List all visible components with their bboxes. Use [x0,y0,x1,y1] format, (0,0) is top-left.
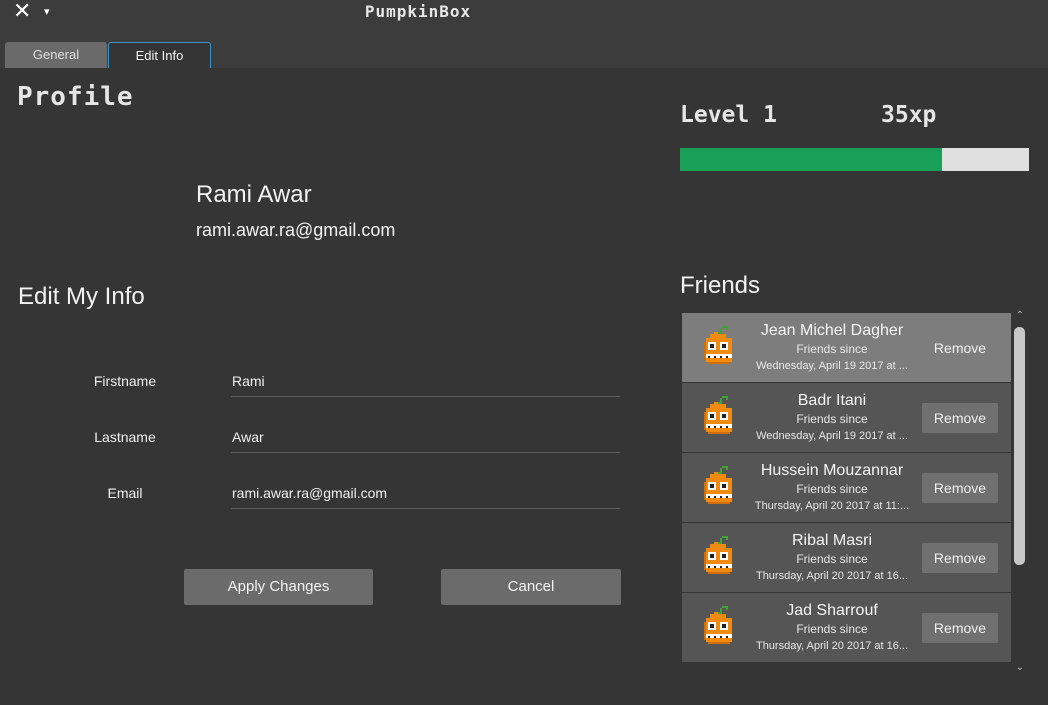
apply-changes-button[interactable]: Apply Changes [184,569,373,605]
pumpkin-avatar-icon [704,536,732,574]
xp-label: 35xp [881,102,937,128]
user-email: rami.awar.ra@gmail.com [196,220,396,240]
pumpkin-avatar-icon [704,466,732,504]
friend-date: Thursday, April 20 2017 at 16... [755,640,909,652]
friend-since-label: Friends since [796,412,868,426]
friend-since-label: Friends since [796,622,868,636]
friend-date: Thursday, April 20 2017 at 11:... [754,500,910,512]
friends-list: Jean Michel Dagher Friends since Wednesd… [682,313,1011,663]
firstname-row: Firstname [0,371,640,413]
firstname-field[interactable] [231,371,620,397]
friend-name: Jean Michel Dagher [760,322,904,339]
tab-general[interactable]: General [5,42,107,68]
friend-name: Badr Itani [797,392,867,409]
friend-date: Wednesday, April 19 2017 at ... [756,430,908,442]
cancel-button[interactable]: Cancel [441,569,621,605]
email-field[interactable] [231,483,620,509]
pumpkin-avatar-icon [704,606,732,644]
remove-friend-button[interactable]: Remove [922,333,998,363]
lastname-label: Lastname [94,429,156,445]
friend-list-item[interactable]: Jad Sharrouf Friends since Thursday, Apr… [682,593,1011,662]
level-label: Level 1 [680,102,777,128]
pumpkin-avatar-icon [704,396,732,434]
friend-name: Ribal Masri [791,532,872,549]
tab-edit-info[interactable]: Edit Info [108,42,211,68]
title-bar: ✕ ▾ PumpkinBox [0,0,1048,40]
tab-bar: General Edit Info [0,40,1048,68]
remove-friend-button[interactable]: Remove [922,613,998,643]
pumpkin-avatar-icon [704,326,732,364]
scrollbar-thumb[interactable] [1014,327,1025,565]
window-title: PumpkinBox [364,2,472,21]
friend-list-item[interactable]: Jean Michel Dagher Friends since Wednesd… [682,313,1011,382]
friend-since-label: Friends since [796,482,868,496]
friend-list-item[interactable]: Ribal Masri Friends since Thursday, Apri… [682,523,1011,592]
email-label: Email [107,485,143,501]
email-row: Email [0,483,640,525]
friend-list-item[interactable]: Badr Itani Friends since Wednesday, Apri… [682,383,1011,452]
xp-progress-bar [680,148,1029,171]
xp-progress-fill [680,148,942,171]
firstname-label: Firstname [93,373,157,389]
friend-name: Hussein Mouzannar [760,462,904,479]
friends-heading: Friends [680,272,761,299]
remove-friend-button[interactable]: Remove [922,403,998,433]
friend-list-item[interactable]: Hussein Mouzannar Friends since Thursday… [682,453,1011,522]
friend-name: Jad Sharrouf [786,602,878,619]
remove-friend-button[interactable]: Remove [922,543,998,573]
friend-date: Thursday, April 20 2017 at 16... [755,570,909,582]
friend-date: Wednesday, April 19 2017 at ... [756,360,908,372]
user-name: Rami Awar [196,181,312,208]
scroll-down-icon[interactable]: ⌄ [1013,662,1027,676]
scroll-up-icon[interactable]: ⌃ [1013,310,1027,324]
friend-since-label: Friends since [796,552,868,566]
edit-info-heading: Edit My Info [18,283,145,310]
lastname-field[interactable] [231,427,620,453]
remove-friend-button[interactable]: Remove [922,473,998,503]
profile-heading: Profile [17,82,134,112]
lastname-row: Lastname [0,427,640,469]
friend-since-label: Friends since [796,342,868,356]
